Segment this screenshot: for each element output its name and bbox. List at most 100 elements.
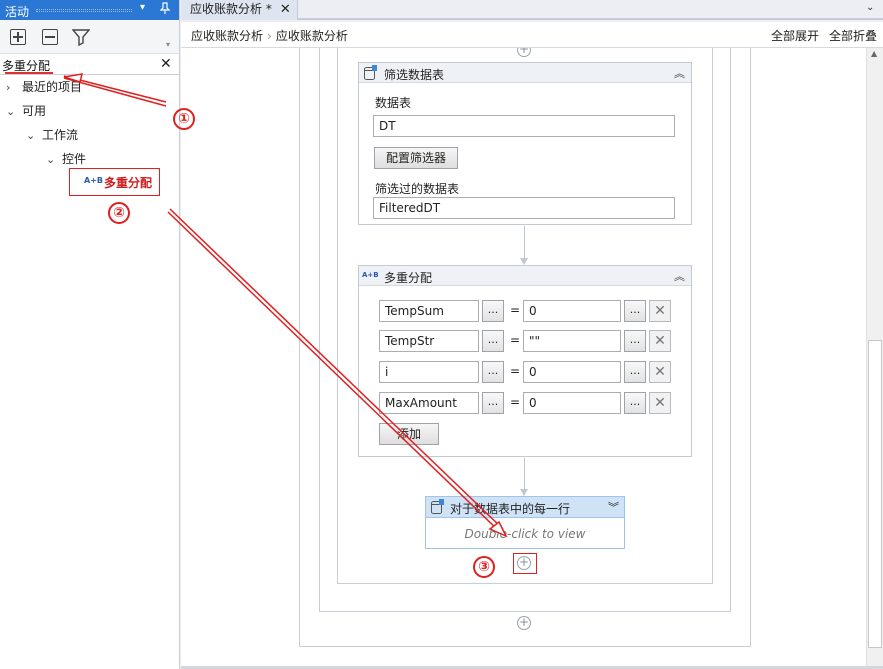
for-each-row-activity[interactable]: 对于数据表中的每一行 ︾ Double-click to view [425, 496, 625, 549]
edit-value-button[interactable]: ... [624, 300, 646, 322]
breadcrumb-item[interactable]: 应收账款分析 [276, 29, 348, 43]
activity-header: 对于数据表中的每一行 ︾ [426, 497, 624, 518]
activity-title: 多重分配 [384, 271, 433, 285]
annotation-number-2: ② [108, 202, 130, 224]
filtered-table-label: 筛选过的数据表 [375, 182, 460, 196]
edit-to-button[interactable]: ... [482, 330, 504, 352]
tab-overflow-icon[interactable]: ⌄ [866, 2, 874, 13]
add-activity-icon[interactable]: + [517, 48, 531, 57]
tree-item-multiple-assign[interactable]: A+B 多重分配 [69, 168, 160, 196]
collapse-down-icon[interactable]: ︾ [608, 499, 619, 515]
multiple-assign-icon: A+B [84, 176, 103, 185]
panel-header: 活动 ▾ [0, 0, 179, 20]
edit-to-button[interactable]: ... [482, 361, 504, 383]
expand-all-button[interactable]: 全部展开 [771, 27, 819, 44]
breadcrumb: 应收账款分析 › 应收账款分析 [191, 27, 348, 44]
activity-header: 筛选数据表 ︽ [359, 63, 691, 83]
search-input[interactable] [2, 57, 152, 73]
connector-arrow [520, 258, 528, 265]
edit-value-button[interactable]: ... [624, 361, 646, 383]
pin-icon[interactable] [159, 2, 171, 17]
remove-row-icon[interactable]: ✕ [649, 300, 671, 322]
tab-accounts-receivable[interactable]: 应收账款分析 * ✕ [181, 0, 298, 20]
connector-line [524, 458, 525, 490]
edit-to-button[interactable]: ... [482, 300, 504, 322]
panel-title: 活动 [5, 5, 30, 19]
edit-value-button[interactable]: ... [624, 392, 646, 414]
remove-row-icon[interactable]: ✕ [649, 361, 671, 383]
filtered-table-input[interactable]: FilteredDT [373, 197, 675, 219]
equals-sign: = [510, 333, 521, 347]
tree-item-label: 可用 [22, 104, 47, 118]
collapse-up-icon[interactable]: ︽ [674, 268, 685, 284]
tree-item-label: 多重分配 [104, 176, 153, 190]
panel-drag-handle[interactable] [36, 9, 132, 12]
multiple-assign-icon: A+B [362, 271, 379, 279]
activity-title: 筛选数据表 [384, 68, 445, 82]
activity-title: 对于数据表中的每一行 [450, 502, 571, 516]
connector-arrow [520, 489, 528, 496]
equals-sign: = [510, 303, 521, 317]
add-activity-icon[interactable]: + [517, 616, 531, 630]
tree-item-recent[interactable]: › 最近的项目 [6, 77, 82, 97]
data-table-input[interactable]: DT [373, 115, 675, 137]
add-activity-icon[interactable]: + [517, 556, 531, 570]
equals-sign: = [510, 395, 521, 409]
remove-row-icon[interactable]: ✕ [649, 330, 671, 352]
document-tab-bar: 应收账款分析 * ✕ [181, 0, 883, 20]
assign-value-field[interactable]: 0 [523, 361, 621, 383]
remove-row-icon[interactable]: ✕ [649, 392, 671, 414]
tree-item-label: 控件 [62, 152, 87, 166]
chevron-down-icon: ⌄ [6, 105, 16, 118]
tree-item-controls[interactable]: ⌄ 控件 [46, 149, 86, 169]
expand-all-icon[interactable] [10, 29, 26, 45]
chevron-down-icon: ⌄ [46, 153, 56, 166]
panel-toolbar: ▾ [0, 20, 179, 54]
tree-item-label: 最近的项目 [22, 80, 83, 94]
connector-line [524, 226, 525, 258]
breadcrumb-separator: › [267, 29, 272, 43]
collapse-up-icon[interactable]: ︽ [674, 65, 685, 81]
tree-item-workflow[interactable]: ⌄ 工作流 [26, 125, 78, 145]
chevron-down-icon: ⌄ [26, 129, 36, 142]
data-table-icon [431, 499, 444, 514]
designer-canvas: + 筛选数据表 ︽ 数据表 DT 配置筛选器 筛选过的数据表 FilteredD… [181, 48, 866, 666]
toolbar-overflow-icon[interactable]: ▾ [166, 40, 170, 49]
designer-toolbar: 应收账款分析 › 应收账款分析 全部展开 全部折叠 [181, 22, 883, 48]
panel-dropdown-icon[interactable]: ▾ [140, 2, 145, 13]
annotation-number-3: ③ [473, 556, 495, 578]
clear-search-icon[interactable]: ✕ [160, 56, 172, 72]
add-row-button[interactable]: 添加 [379, 423, 439, 445]
assign-value-field[interactable]: 0 [523, 300, 621, 322]
assign-value-field[interactable]: 0 [523, 392, 621, 414]
assign-to-field[interactable]: TempSum [379, 300, 479, 322]
filter-icon[interactable] [71, 28, 91, 49]
tab-label: 应收账款分析 * [190, 2, 272, 16]
tree-item-label: 工作流 [42, 128, 79, 142]
collapse-all-button[interactable]: 全部折叠 [829, 27, 877, 44]
data-table-label: 数据表 [375, 96, 412, 110]
configure-filter-button[interactable]: 配置筛选器 [374, 147, 458, 169]
edit-value-button[interactable]: ... [624, 330, 646, 352]
assign-to-field[interactable]: MaxAmount [379, 392, 479, 414]
vertical-scrollbar[interactable]: ▲ [866, 48, 883, 666]
breadcrumb-item[interactable]: 应收账款分析 [191, 29, 263, 43]
edit-to-button[interactable]: ... [482, 392, 504, 414]
assign-to-field[interactable]: i [379, 361, 479, 383]
assign-to-field[interactable]: TempStr [379, 330, 479, 352]
annotation-number-1: ① [173, 108, 195, 130]
chevron-right-icon: › [6, 81, 11, 94]
double-click-hint: Double-click to view [464, 527, 586, 541]
close-icon[interactable]: ✕ [280, 2, 291, 17]
data-table-icon [364, 65, 377, 80]
activity-header: A+B 多重分配 ︽ [359, 266, 691, 286]
multiple-assign-activity[interactable]: A+B 多重分配 ︽ TempSum ... = 0 ... ✕ TempStr… [358, 265, 692, 457]
tree-item-available[interactable]: ⌄ 可用 [6, 101, 46, 121]
scrollbar-thumb[interactable] [868, 340, 882, 648]
search-highlight-underline [5, 72, 53, 74]
collapse-all-icon[interactable] [42, 29, 58, 45]
scroll-up-icon[interactable]: ▲ [871, 49, 877, 58]
filter-data-table-activity[interactable]: 筛选数据表 ︽ 数据表 DT 配置筛选器 筛选过的数据表 FilteredDT [358, 62, 692, 225]
activities-panel: 活动 ▾ ▾ ✕ › 最近的项目 ⌄ 可用 ⌄ 工作流 ⌄ 控件 A+B 多重分配 [0, 0, 180, 669]
assign-value-field[interactable]: "" [523, 330, 621, 352]
